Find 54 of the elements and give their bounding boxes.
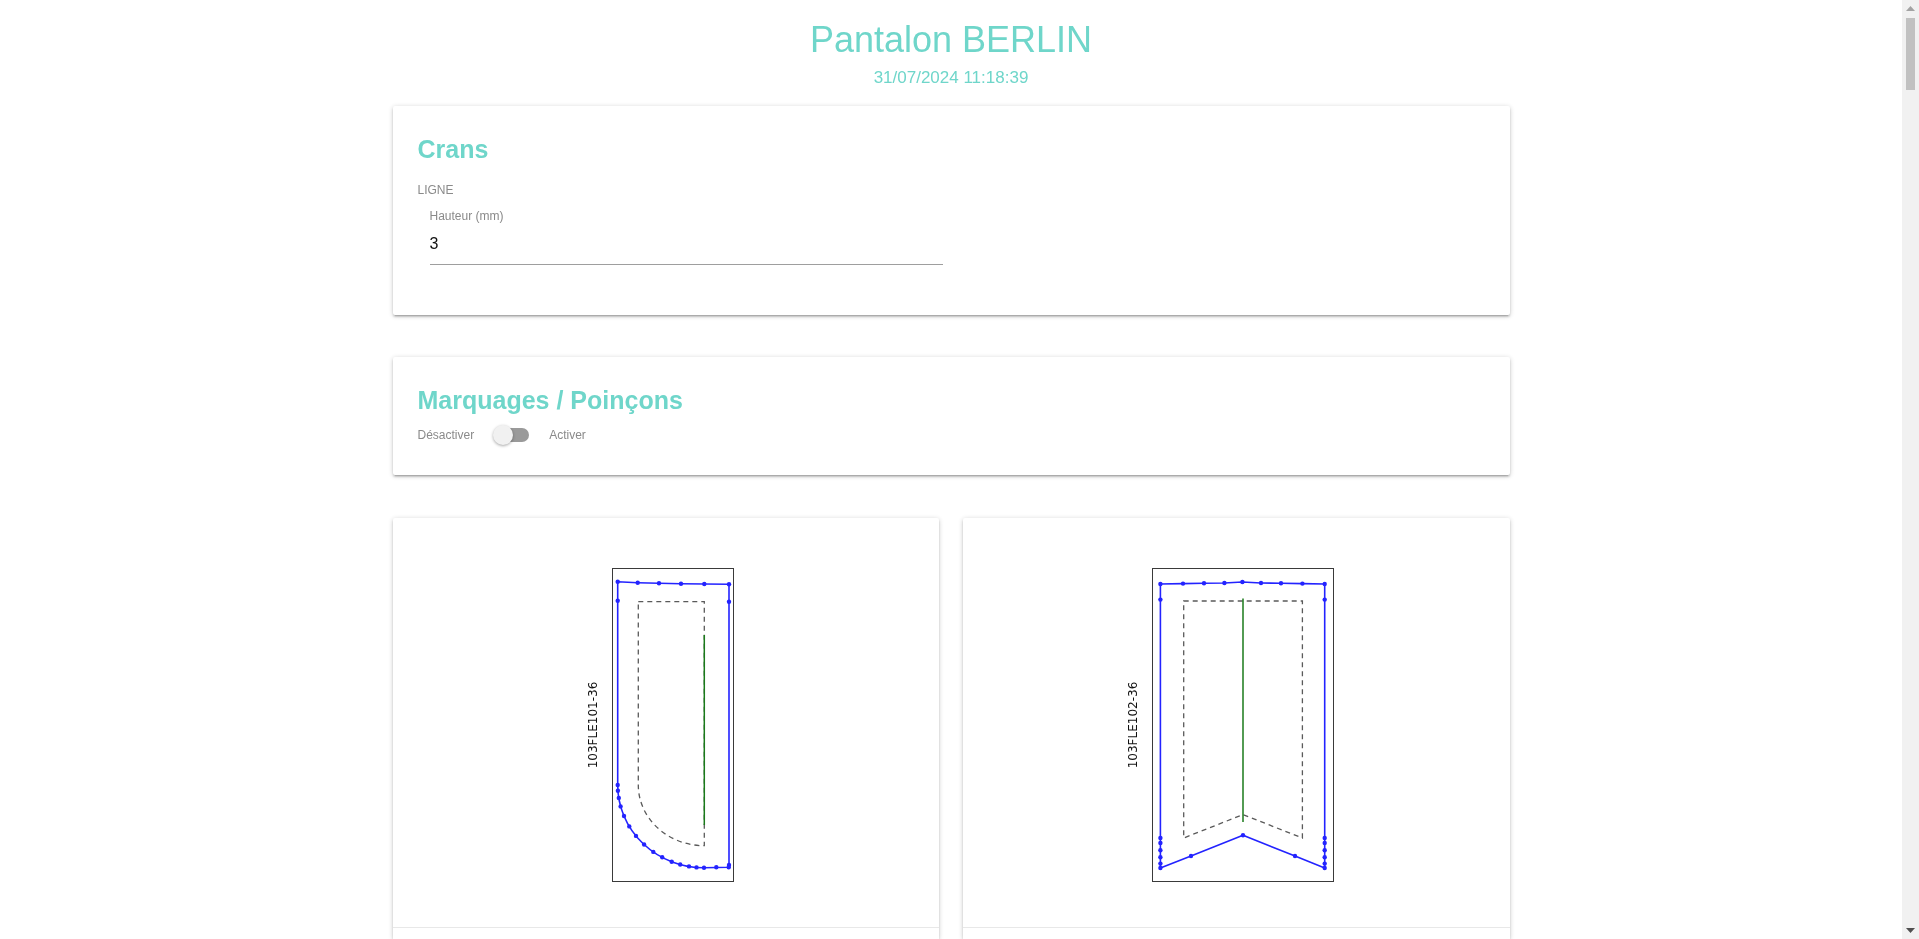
vertex-dot [1158, 848, 1163, 853]
vertex-dot [615, 579, 620, 584]
vertex-dot [635, 580, 640, 585]
card-title: Crans [417, 134, 490, 164]
vertex-dot [1240, 579, 1245, 585]
switch-off-label: Désactiver [417, 427, 475, 443]
scrollbar[interactable] [1902, 0, 1919, 939]
vertex-dot [1189, 853, 1194, 859]
vertex-dot [1202, 581, 1207, 586]
vertex-dot [678, 581, 683, 586]
piece-label: 103FLE102-36 [1126, 681, 1141, 769]
vertex-dot [694, 865, 699, 870]
vertex-dot [633, 833, 638, 839]
vertex-dot [615, 598, 620, 603]
field-label: Hauteur (mm) [429, 208, 504, 224]
vertex-dot [656, 581, 661, 586]
timestamp: 31/07/2024 11:18:39 [873, 68, 1029, 88]
vertex-dot [1158, 597, 1163, 602]
vertex-dot [1322, 848, 1328, 853]
scrollbar-thumb[interactable] [1906, 18, 1915, 90]
vertex-dot [686, 864, 691, 869]
vertex-dot [1241, 833, 1246, 838]
switch-on-label: Activer [549, 427, 586, 443]
vertex-dot [701, 581, 707, 587]
vertex-dot [1300, 581, 1305, 586]
page-title: Pantalon BERLIN [809, 18, 1093, 62]
vertex-dot [1181, 581, 1186, 586]
vertex-dot [1293, 853, 1298, 859]
vertex-dot [669, 859, 674, 864]
vertex-dot [1322, 581, 1328, 587]
vertex-dot [726, 582, 731, 587]
vertex-dot [659, 855, 665, 860]
vertex-dot [618, 804, 623, 809]
piece-label: 103FLE101-36 [585, 681, 600, 769]
vertex-dot [1279, 581, 1284, 586]
card-title: Marquages / Poinçons [417, 385, 684, 415]
vertex-dot [616, 795, 621, 801]
vertex-dot [726, 599, 731, 604]
scroll-down-icon[interactable] [1906, 928, 1915, 933]
toggle-switch[interactable] [493, 425, 530, 445]
vertex-dot [650, 849, 656, 855]
vertex-dot [713, 865, 719, 870]
height-input[interactable]: 3 [429, 233, 943, 265]
scroll-up-icon[interactable] [1906, 6, 1915, 11]
section-label: LIGNE [417, 182, 455, 198]
vertex-dot [626, 824, 632, 829]
vertex-dot [621, 813, 626, 819]
vertex-dot [1259, 580, 1264, 586]
vertex-dot [1222, 580, 1227, 586]
vertex-dot [701, 865, 706, 870]
vertex-dot [1322, 597, 1328, 602]
vertex-dot [677, 862, 683, 867]
vertex-dot [641, 842, 647, 847]
vertex-dot [1158, 581, 1163, 587]
